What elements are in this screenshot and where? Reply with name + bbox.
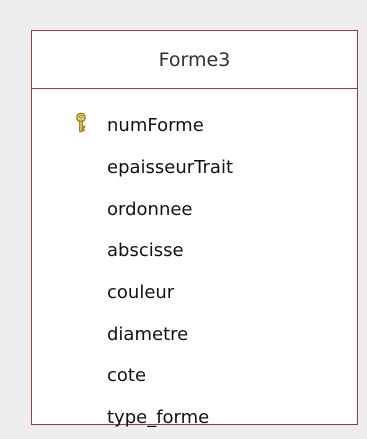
- field-name: ordonnee: [107, 198, 193, 220]
- field-row-epaisseurtrait[interactable]: epaisseurTrait: [32, 147, 357, 189]
- field-name: couleur: [107, 282, 175, 304]
- field-name: abscisse: [107, 240, 184, 262]
- field-row-abscisse[interactable]: abscisse: [32, 230, 357, 272]
- table-title[interactable]: Forme3: [32, 31, 357, 89]
- field-name: type_forme: [107, 407, 210, 429]
- field-name: numForme: [107, 115, 204, 137]
- field-row-numforme[interactable]: numForme: [32, 105, 357, 147]
- field-row-ordonnee[interactable]: ordonnee: [32, 188, 357, 230]
- field-name: epaisseurTrait: [107, 157, 234, 179]
- field-row-diametre[interactable]: diametre: [32, 313, 357, 355]
- field-name: cote: [107, 365, 147, 387]
- table-box-forme3[interactable]: Forme3 numForme epaisseurTrait ordonnee …: [31, 30, 358, 428]
- key-icon: [76, 112, 86, 133]
- field-row-cote[interactable]: cote: [32, 355, 357, 397]
- field-row-type-forme[interactable]: type_forme: [32, 397, 357, 439]
- field-name: diametre: [107, 323, 189, 345]
- field-list: numForme epaisseurTrait ordonnee absciss…: [32, 89, 357, 439]
- field-row-couleur[interactable]: couleur: [32, 272, 357, 314]
